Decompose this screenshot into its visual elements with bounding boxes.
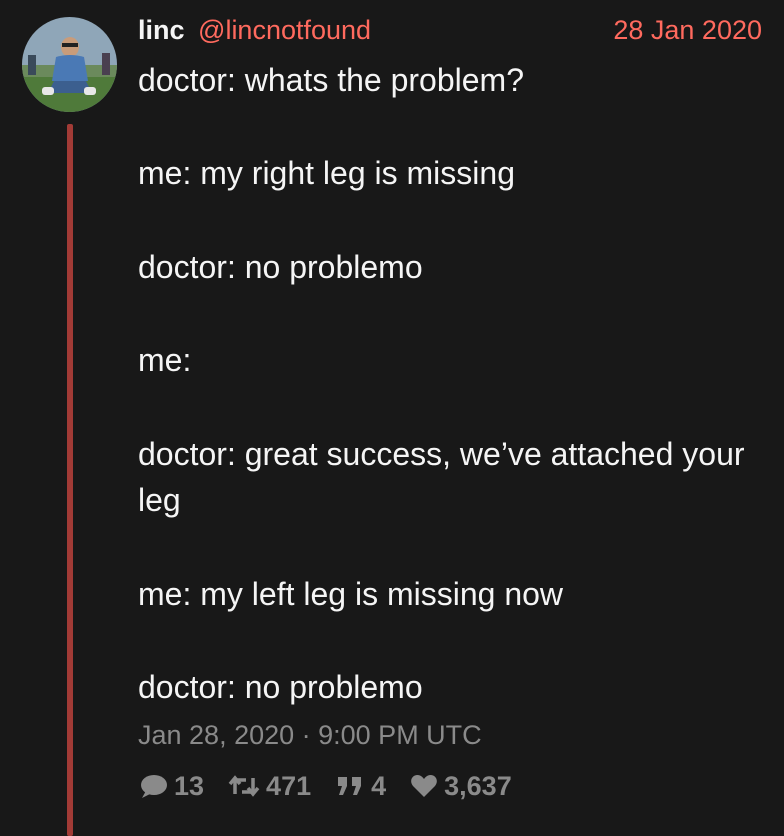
tweet-stats: 13 471 4 3,637 [138, 768, 536, 804]
comment-icon [141, 775, 167, 798]
replies-count: 13 [174, 770, 205, 801]
retweets-stat[interactable]: 471 [228, 771, 311, 802]
quotes-stat[interactable]: 4 [335, 771, 386, 802]
tweet-content: doctor: whats the problem? me: my right … [138, 57, 762, 711]
fullname[interactable]: linc [138, 15, 185, 45]
avatar[interactable] [22, 17, 117, 112]
heart-icon [411, 775, 437, 797]
content-line: doctor: no problemo [138, 248, 423, 285]
content-line: doctor: great success, we’ve attached yo… [138, 435, 745, 519]
content-line: doctor: no problemo [138, 669, 423, 706]
retweets-count: 471 [266, 770, 312, 801]
published-timestamp[interactable]: Jan 28, 2020 · 9:00 PM UTC [138, 717, 482, 753]
quotes-count: 4 [371, 770, 387, 801]
thread-line [67, 124, 73, 836]
tweet-header: linc @lincnotfound 28 Jan 2020 [138, 14, 762, 46]
tweet-date[interactable]: 28 Jan 2020 [613, 14, 762, 46]
content-line: me: my right leg is missing [138, 155, 515, 192]
username[interactable]: @lincnotfound [198, 15, 371, 45]
quote-icon [338, 777, 362, 795]
tweet: linc @lincnotfound 28 Jan 2020 doctor: w… [0, 0, 784, 836]
content-line: me: [138, 342, 192, 379]
content-line: doctor: whats the problem? [138, 62, 524, 98]
likes-count: 3,637 [444, 770, 512, 801]
content-line: me: my left leg is missing now [138, 575, 564, 612]
retweet-icon [228, 775, 260, 797]
likes-stat[interactable]: 3,637 [410, 771, 512, 802]
replies-stat[interactable]: 13 [138, 771, 204, 802]
avatar-photo [22, 17, 117, 112]
